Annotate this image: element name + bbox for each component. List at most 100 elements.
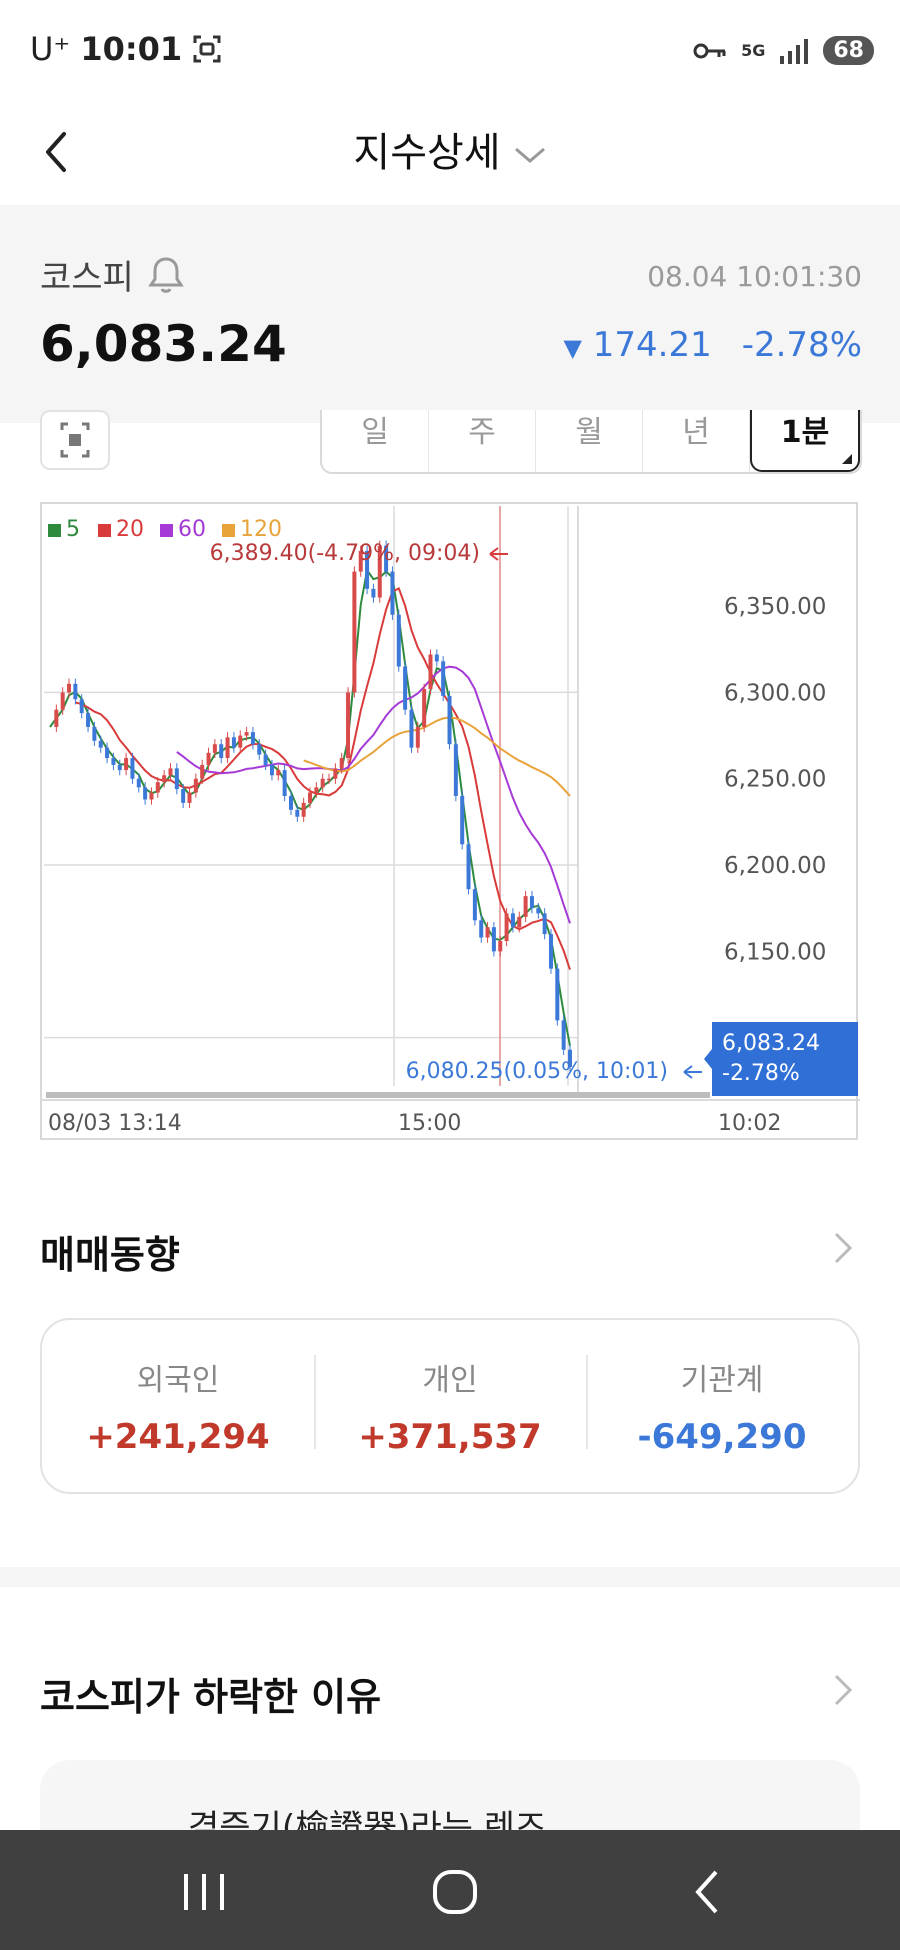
index-change: ▼ 174.21 -2.78% xyxy=(563,325,862,365)
trading-more-chevron-icon[interactable] xyxy=(830,1228,856,1268)
status-left: U⁺ 10:01 xyxy=(30,30,222,68)
battery-indicator: 68 xyxy=(823,36,874,65)
candle-body xyxy=(187,792,192,803)
tab-day[interactable]: 일 xyxy=(322,410,429,472)
trading-value-foreign: +241,294 xyxy=(86,1417,270,1457)
candle-body xyxy=(320,778,325,788)
current-price-change: -2.78% xyxy=(722,1061,800,1086)
tab-year[interactable]: 년 xyxy=(643,410,750,472)
y-tick-label: 6,300.00 xyxy=(724,680,826,706)
candle-body xyxy=(504,913,509,941)
system-nav-bar xyxy=(0,1830,900,1950)
candle-body xyxy=(409,709,414,748)
page-title-dropdown[interactable]: 지수상세 xyxy=(0,120,900,178)
candle-body xyxy=(453,744,458,796)
trading-title[interactable]: 매매동향 xyxy=(40,1224,180,1279)
candle-body xyxy=(561,1020,566,1050)
candle-body xyxy=(371,588,376,598)
candle-body xyxy=(308,792,312,803)
index-name: 코스피 xyxy=(40,258,134,298)
chart-scrollbar[interactable] xyxy=(46,1092,710,1098)
candle-body xyxy=(282,770,287,796)
tab-week[interactable]: 주 xyxy=(429,410,536,472)
candle-body xyxy=(54,709,59,727)
candle-body xyxy=(257,744,262,755)
candle-body xyxy=(333,768,338,779)
tab-month[interactable]: 월 xyxy=(536,410,643,472)
trading-card: 외국인 +241,294 개인 +371,537 기관계 -649,290 xyxy=(40,1318,860,1494)
candle-body xyxy=(422,688,427,727)
clock: 10:01 xyxy=(80,30,183,68)
candle-body xyxy=(498,941,503,952)
candle-body xyxy=(327,778,332,781)
y-tick-label: 6,250.00 xyxy=(724,767,826,793)
trading-value-individual: +371,537 xyxy=(358,1417,542,1457)
candle-body xyxy=(276,770,281,776)
candle-body xyxy=(73,683,78,700)
candle-body xyxy=(244,732,249,736)
candle-body xyxy=(510,913,515,928)
candle-body xyxy=(479,920,484,938)
ma-60-line xyxy=(176,665,571,924)
low-marker-label: 6,080.25(0.05%, 10:01) xyxy=(406,1059,668,1084)
candle-body xyxy=(231,737,236,748)
legend-label-60: 60 xyxy=(178,517,206,542)
high-marker-label: 6,389.40(-4.79%, 09:04) xyxy=(210,541,480,566)
signal-icon xyxy=(780,38,809,64)
candle-body xyxy=(111,758,116,765)
tab-1min[interactable]: 1분 xyxy=(750,410,860,472)
candle-body xyxy=(155,782,160,793)
system-back-icon[interactable] xyxy=(678,1864,738,1920)
change-points: 174.21 xyxy=(592,325,712,365)
candle-body xyxy=(346,692,351,759)
chevron-down-icon xyxy=(514,147,545,163)
chart-svg: 6,350.00 6,300.00 6,250.00 6,200.00 6,150.00… xyxy=(42,506,860,1136)
candle-body xyxy=(60,692,65,710)
candle-body xyxy=(269,764,274,776)
candle-body xyxy=(390,571,395,615)
candle-body xyxy=(105,747,110,759)
chart-candles xyxy=(54,540,572,1073)
candle-body xyxy=(67,683,72,693)
low-marker-arrow-icon xyxy=(683,1065,702,1079)
current-price-pointer xyxy=(704,1049,712,1069)
reason-more-chevron-icon[interactable] xyxy=(830,1670,856,1710)
trading-foreign: 외국인 +241,294 xyxy=(42,1355,314,1457)
candle-body xyxy=(529,896,534,909)
candle-body xyxy=(219,744,224,759)
key-icon xyxy=(693,43,726,58)
candle-body xyxy=(238,735,243,748)
candle-body xyxy=(162,775,167,783)
candle-body xyxy=(466,844,471,890)
legend-label-20: 20 xyxy=(116,517,144,542)
reason-title[interactable]: 코스피가 하락한 이유 xyxy=(40,1666,381,1721)
candle-body xyxy=(92,726,97,741)
recent-apps-icon[interactable] xyxy=(174,1864,234,1920)
legend-swatch-120 xyxy=(222,524,235,537)
candle-body xyxy=(193,778,198,793)
high-marker-arrow-icon xyxy=(489,547,508,561)
y-tick-label: 6,150.00 xyxy=(724,939,826,965)
chart-legend: 5 20 60 120 xyxy=(48,517,282,542)
change-percent: -2.78% xyxy=(741,325,862,365)
candle-body xyxy=(149,792,154,800)
trading-label-individual: 개인 xyxy=(422,1363,478,1398)
candle-body xyxy=(225,737,230,759)
candle-body xyxy=(206,752,211,765)
candle-body xyxy=(295,809,300,817)
candle-body xyxy=(181,789,186,803)
candle-body xyxy=(301,802,306,817)
candle-body xyxy=(415,726,420,748)
x-tick-label: 08/03 13:14 xyxy=(48,1111,182,1136)
candle-body xyxy=(542,913,547,935)
capture-icon xyxy=(60,422,90,458)
candle-body xyxy=(396,614,401,667)
index-name-row: 코스피 xyxy=(40,250,184,299)
chart-capture-button[interactable] xyxy=(40,410,110,470)
price-chart[interactable]: 6,350.00 6,300.00 6,250.00 6,200.00 6,150.00… xyxy=(40,502,860,1140)
candle-body xyxy=(339,758,344,769)
home-icon[interactable] xyxy=(425,1864,485,1920)
candle-body xyxy=(250,732,255,745)
change-points-group: ▼ 174.21 xyxy=(563,325,711,365)
bell-icon[interactable] xyxy=(148,255,184,295)
